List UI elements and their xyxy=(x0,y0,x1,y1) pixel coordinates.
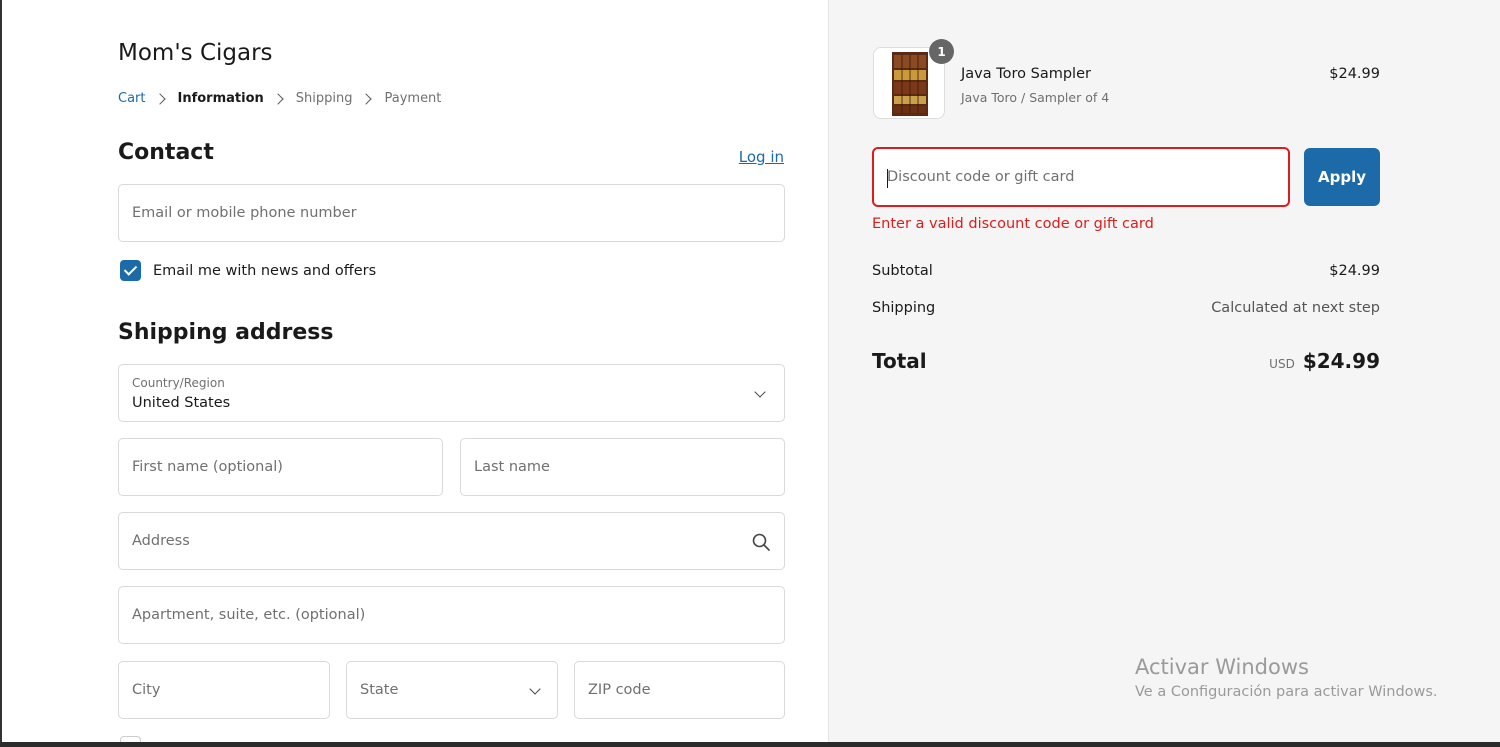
address-placeholder: Address xyxy=(132,533,190,549)
breadcrumb-shipping: Shipping xyxy=(295,91,353,106)
first-name-placeholder: First name (optional) xyxy=(132,459,283,475)
chevron-right-icon xyxy=(272,92,284,105)
shop-name[interactable]: Mom's Cigars xyxy=(118,40,273,66)
city-field[interactable]: City xyxy=(118,661,330,719)
quantity-badge: 1 xyxy=(929,39,954,64)
zip-placeholder: ZIP code xyxy=(588,682,651,698)
contact-title: Contact xyxy=(118,140,214,165)
city-placeholder: City xyxy=(132,682,161,698)
subtotal-value: $24.99 xyxy=(1329,263,1380,279)
total-label: Total xyxy=(872,349,927,373)
newsletter-checkbox-row[interactable]: Email me with news and offers xyxy=(120,260,376,281)
discount-input[interactable]: Discount code or gift card xyxy=(872,147,1290,207)
subtotal-label: Subtotal xyxy=(872,263,933,279)
breadcrumb-payment: Payment xyxy=(384,91,442,106)
chevron-right-icon xyxy=(360,92,373,105)
checkout-form-panel: Mom's Cigars Cart Information Shipping P… xyxy=(0,0,828,747)
windows-activation-subtitle: Ve a Configuración para activar Windows. xyxy=(1135,684,1438,700)
taskbar-edge xyxy=(0,742,1500,747)
last-name-field[interactable]: Last name xyxy=(460,438,785,496)
email-field[interactable]: Email or mobile phone number xyxy=(118,184,785,242)
currency-code: USD xyxy=(1269,357,1295,371)
first-name-field[interactable]: First name (optional) xyxy=(118,438,443,496)
apartment-placeholder: Apartment, suite, etc. (optional) xyxy=(132,607,366,623)
newsletter-label[interactable]: Email me with news and offers xyxy=(153,263,376,279)
zip-field[interactable]: ZIP code xyxy=(574,661,785,719)
shipping-address-title: Shipping address xyxy=(118,320,334,345)
discount-placeholder: Discount code or gift card xyxy=(887,169,1075,185)
product-name: Java Toro Sampler xyxy=(961,66,1091,82)
total-value-group: USD $24.99 xyxy=(1269,349,1380,373)
country-value: United States xyxy=(132,395,231,411)
breadcrumb-information: Information xyxy=(177,91,264,106)
country-select[interactable]: Country/Region United States xyxy=(118,364,785,422)
shipping-value: Calculated at next step xyxy=(1211,300,1380,316)
total-amount: $24.99 xyxy=(1302,349,1380,373)
apartment-field[interactable]: Apartment, suite, etc. (optional) xyxy=(118,586,785,644)
last-name-placeholder: Last name xyxy=(474,459,550,475)
newsletter-checkbox[interactable] xyxy=(120,260,141,281)
email-placeholder: Email or mobile phone number xyxy=(132,205,357,221)
apply-button[interactable]: Apply xyxy=(1304,148,1380,206)
discount-error: Enter a valid discount code or gift card xyxy=(872,216,1154,232)
breadcrumb: Cart Information Shipping Payment xyxy=(118,91,441,106)
address-field[interactable]: Address xyxy=(118,512,785,570)
order-summary-panel: 1 Java Toro Sampler Java Toro / Sampler … xyxy=(828,0,1500,747)
product-variant: Java Toro / Sampler of 4 xyxy=(961,90,1110,105)
shipping-label: Shipping xyxy=(872,300,936,316)
state-placeholder: State xyxy=(360,682,399,698)
windows-activation-title: Activar Windows xyxy=(1135,655,1309,679)
chevron-down-icon xyxy=(529,683,541,695)
breadcrumb-cart[interactable]: Cart xyxy=(118,91,146,106)
chevron-down-icon xyxy=(754,386,766,398)
state-select[interactable]: State xyxy=(346,661,558,719)
product-price: $24.99 xyxy=(1329,66,1380,82)
chevron-right-icon xyxy=(153,92,166,105)
search-icon xyxy=(752,533,770,551)
country-label: Country/Region xyxy=(132,376,225,390)
login-link[interactable]: Log in xyxy=(739,148,784,166)
